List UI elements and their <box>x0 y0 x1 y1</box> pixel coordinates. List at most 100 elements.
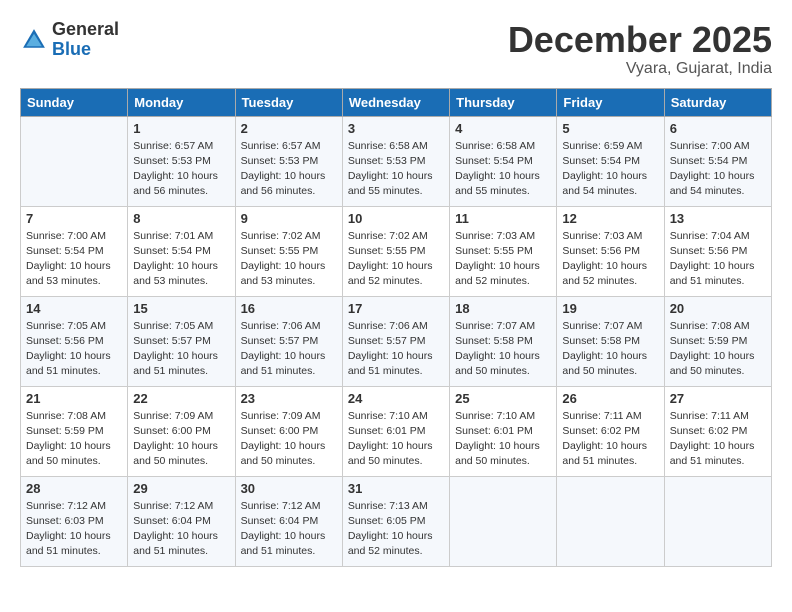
column-header-wednesday: Wednesday <box>342 88 449 116</box>
day-info: Sunrise: 7:05 AM Sunset: 5:56 PM Dayligh… <box>26 319 122 380</box>
calendar-cell: 15 Sunrise: 7:05 AM Sunset: 5:57 PM Dayli… <box>128 296 235 386</box>
day-info: Sunrise: 7:08 AM Sunset: 5:59 PM Dayligh… <box>26 409 122 470</box>
calendar-week-row: 14 Sunrise: 7:05 AM Sunset: 5:56 PM Dayli… <box>21 296 772 386</box>
day-info: Sunrise: 7:10 AM Sunset: 6:01 PM Dayligh… <box>348 409 444 470</box>
day-number: 16 <box>241 301 337 316</box>
logo-blue-text: Blue <box>52 40 119 60</box>
calendar-cell: 10 Sunrise: 7:02 AM Sunset: 5:55 PM Dayli… <box>342 206 449 296</box>
day-info: Sunrise: 7:06 AM Sunset: 5:57 PM Dayligh… <box>241 319 337 380</box>
day-number: 24 <box>348 391 444 406</box>
column-header-tuesday: Tuesday <box>235 88 342 116</box>
calendar-cell: 4 Sunrise: 6:58 AM Sunset: 5:54 PM Daylig… <box>450 116 557 206</box>
day-number: 17 <box>348 301 444 316</box>
calendar-week-row: 1 Sunrise: 6:57 AM Sunset: 5:53 PM Daylig… <box>21 116 772 206</box>
day-info: Sunrise: 7:11 AM Sunset: 6:02 PM Dayligh… <box>670 409 766 470</box>
calendar-cell: 17 Sunrise: 7:06 AM Sunset: 5:57 PM Dayli… <box>342 296 449 386</box>
column-header-thursday: Thursday <box>450 88 557 116</box>
calendar-week-row: 21 Sunrise: 7:08 AM Sunset: 5:59 PM Dayli… <box>21 386 772 476</box>
day-number: 11 <box>455 211 551 226</box>
day-info: Sunrise: 7:04 AM Sunset: 5:56 PM Dayligh… <box>670 229 766 290</box>
day-number: 3 <box>348 121 444 136</box>
calendar-cell: 12Sunrise: 7:03 AM Sunset: 5:56 PM Dayli… <box>557 206 664 296</box>
column-header-saturday: Saturday <box>664 88 771 116</box>
calendar-cell: 5 Sunrise: 6:59 AM Sunset: 5:54 PM Daylig… <box>557 116 664 206</box>
day-number: 27 <box>670 391 766 406</box>
title-block: December 2025 Vyara, Gujarat, India <box>508 20 772 78</box>
calendar-week-row: 28 Sunrise: 7:12 AM Sunset: 6:03 PM Dayli… <box>21 476 772 566</box>
calendar-cell: 31 Sunrise: 7:13 AM Sunset: 6:05 PM Dayli… <box>342 476 449 566</box>
location: Vyara, Gujarat, India <box>508 60 772 78</box>
calendar-cell: 24 Sunrise: 7:10 AM Sunset: 6:01 PM Dayli… <box>342 386 449 476</box>
calendar-cell: 25 Sunrise: 7:10 AM Sunset: 6:01 PM Dayli… <box>450 386 557 476</box>
day-number: 15 <box>133 301 229 316</box>
calendar-cell: 18Sunrise: 7:07 AM Sunset: 5:58 PM Dayli… <box>450 296 557 386</box>
day-number: 25 <box>455 391 551 406</box>
day-number: 31 <box>348 481 444 496</box>
column-header-sunday: Sunday <box>21 88 128 116</box>
day-number: 1 <box>133 121 229 136</box>
day-info: Sunrise: 7:00 AM Sunset: 5:54 PM Dayligh… <box>26 229 122 290</box>
calendar-cell <box>450 476 557 566</box>
calendar-cell: 16 Sunrise: 7:06 AM Sunset: 5:57 PM Dayli… <box>235 296 342 386</box>
day-number: 10 <box>348 211 444 226</box>
day-info: Sunrise: 6:57 AM Sunset: 5:53 PM Dayligh… <box>241 139 337 200</box>
day-number: 21 <box>26 391 122 406</box>
calendar-cell: 23 Sunrise: 7:09 AM Sunset: 6:00 PM Dayli… <box>235 386 342 476</box>
column-header-friday: Friday <box>557 88 664 116</box>
day-info: Sunrise: 6:58 AM Sunset: 5:54 PM Dayligh… <box>455 139 551 200</box>
day-number: 8 <box>133 211 229 226</box>
day-number: 7 <box>26 211 122 226</box>
calendar-cell: 3 Sunrise: 6:58 AM Sunset: 5:53 PM Daylig… <box>342 116 449 206</box>
day-info: Sunrise: 7:13 AM Sunset: 6:05 PM Dayligh… <box>348 499 444 560</box>
day-info: Sunrise: 7:12 AM Sunset: 6:03 PM Dayligh… <box>26 499 122 560</box>
calendar-cell <box>557 476 664 566</box>
calendar-cell <box>664 476 771 566</box>
day-info: Sunrise: 7:09 AM Sunset: 6:00 PM Dayligh… <box>241 409 337 470</box>
day-info: Sunrise: 7:03 AM Sunset: 5:55 PM Dayligh… <box>455 229 551 290</box>
day-number: 18 <box>455 301 551 316</box>
logo-general-text: General <box>52 20 119 40</box>
day-number: 30 <box>241 481 337 496</box>
calendar-table: SundayMondayTuesdayWednesdayThursdayFrid… <box>20 88 772 567</box>
calendar-week-row: 7 Sunrise: 7:00 AM Sunset: 5:54 PM Daylig… <box>21 206 772 296</box>
calendar-cell: 6Sunrise: 7:00 AM Sunset: 5:54 PM Daylig… <box>664 116 771 206</box>
day-info: Sunrise: 7:09 AM Sunset: 6:00 PM Dayligh… <box>133 409 229 470</box>
calendar-cell: 14 Sunrise: 7:05 AM Sunset: 5:56 PM Dayli… <box>21 296 128 386</box>
calendar-cell: 8 Sunrise: 7:01 AM Sunset: 5:54 PM Daylig… <box>128 206 235 296</box>
day-info: Sunrise: 6:59 AM Sunset: 5:54 PM Dayligh… <box>562 139 658 200</box>
day-number: 23 <box>241 391 337 406</box>
logo-icon <box>20 26 48 54</box>
day-info: Sunrise: 7:07 AM Sunset: 5:58 PM Dayligh… <box>562 319 658 380</box>
calendar-cell: 26Sunrise: 7:11 AM Sunset: 6:02 PM Dayli… <box>557 386 664 476</box>
calendar-cell: 20Sunrise: 7:08 AM Sunset: 5:59 PM Dayli… <box>664 296 771 386</box>
day-info: Sunrise: 7:06 AM Sunset: 5:57 PM Dayligh… <box>348 319 444 380</box>
day-info: Sunrise: 7:01 AM Sunset: 5:54 PM Dayligh… <box>133 229 229 290</box>
day-number: 14 <box>26 301 122 316</box>
month-title: December 2025 <box>508 20 772 60</box>
day-number: 29 <box>133 481 229 496</box>
day-info: Sunrise: 6:58 AM Sunset: 5:53 PM Dayligh… <box>348 139 444 200</box>
calendar-cell: 19Sunrise: 7:07 AM Sunset: 5:58 PM Dayli… <box>557 296 664 386</box>
day-number: 13 <box>670 211 766 226</box>
day-info: Sunrise: 7:02 AM Sunset: 5:55 PM Dayligh… <box>348 229 444 290</box>
day-number: 4 <box>455 121 551 136</box>
calendar-cell: 9 Sunrise: 7:02 AM Sunset: 5:55 PM Daylig… <box>235 206 342 296</box>
day-info: Sunrise: 7:12 AM Sunset: 6:04 PM Dayligh… <box>241 499 337 560</box>
day-info: Sunrise: 7:10 AM Sunset: 6:01 PM Dayligh… <box>455 409 551 470</box>
day-info: Sunrise: 6:57 AM Sunset: 5:53 PM Dayligh… <box>133 139 229 200</box>
day-info: Sunrise: 7:05 AM Sunset: 5:57 PM Dayligh… <box>133 319 229 380</box>
day-info: Sunrise: 7:12 AM Sunset: 6:04 PM Dayligh… <box>133 499 229 560</box>
day-number: 5 <box>562 121 658 136</box>
calendar-cell: 21 Sunrise: 7:08 AM Sunset: 5:59 PM Dayli… <box>21 386 128 476</box>
day-info: Sunrise: 7:11 AM Sunset: 6:02 PM Dayligh… <box>562 409 658 470</box>
day-info: Sunrise: 7:00 AM Sunset: 5:54 PM Dayligh… <box>670 139 766 200</box>
day-number: 28 <box>26 481 122 496</box>
calendar-header-row: SundayMondayTuesdayWednesdayThursdayFrid… <box>21 88 772 116</box>
day-number: 20 <box>670 301 766 316</box>
calendar-cell: 28 Sunrise: 7:12 AM Sunset: 6:03 PM Dayli… <box>21 476 128 566</box>
day-number: 9 <box>241 211 337 226</box>
day-info: Sunrise: 7:03 AM Sunset: 5:56 PM Dayligh… <box>562 229 658 290</box>
calendar-cell: 13 Sunrise: 7:04 AM Sunset: 5:56 PM Dayli… <box>664 206 771 296</box>
calendar-cell: 22Sunrise: 7:09 AM Sunset: 6:00 PM Dayli… <box>128 386 235 476</box>
day-info: Sunrise: 7:02 AM Sunset: 5:55 PM Dayligh… <box>241 229 337 290</box>
